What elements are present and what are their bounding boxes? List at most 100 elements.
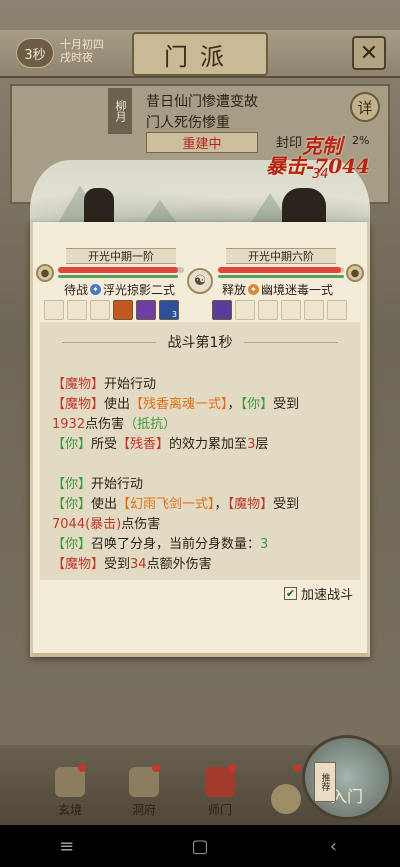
accelerate-battle-toggle[interactable]: ✔ 加速战斗 [284,584,353,603]
news-line-1: 昔日仙门惨遭变故 [146,94,258,110]
accelerate-label: 加速战斗 [301,588,354,603]
log-line: 7044(暴击)点伤害 [52,515,362,535]
close-button[interactable]: ✕ [352,36,386,70]
seal-label: 封印 [276,136,303,151]
log-text: 点伤害 [121,517,161,532]
log-line: 【你】开始行动 [52,475,362,495]
log-line: 【魔物】受到34点额外伤害 [52,555,362,575]
player-realm: 开光中期一阶 [66,248,176,264]
log-text: 使出 [104,397,131,412]
log-actor: 【魔物】 [227,497,274,512]
log-actor: 【你】 [52,537,92,552]
home-icon[interactable]: ▢ [180,836,220,857]
log-actor: 【你】 [52,437,92,452]
log-text: ， [227,397,241,412]
log-number: 3 [260,537,269,552]
skill-slot-empty [90,300,110,320]
log-text: 所受 [91,437,118,452]
log-skill: 【残香离魂一式】 [130,397,228,412]
accelerate-checkbox[interactable]: ✔ [284,587,297,600]
gourd-icon [271,784,301,814]
skill-slot-empty [304,300,324,320]
log-actor: 【你】 [52,497,92,512]
recommend-tag: 推荐 [314,762,336,802]
skill-slot-empty [44,300,64,320]
timer-badge: 3秒 [16,38,54,68]
log-text: ， [214,497,228,512]
seal-percent: 2% [352,134,370,147]
enemy-realm: 开光中期六阶 [226,248,336,264]
system-nav-bar: ≡ ▢ ‹ [0,825,400,867]
log-text: 开始行动 [91,477,144,492]
player-stance: 待战 ✦ 浮光掠影二式 [64,281,175,298]
enemy-hp-fill [218,267,342,273]
enemy-stance-skill: 幽境迷毒一式 [261,283,334,297]
log-text: 使出 [91,497,118,512]
log-text: 开始行动 [104,377,157,392]
enemy-skill-slots [212,300,347,320]
log-effect: 【残香】 [117,437,170,452]
player-hp-fill [58,267,178,273]
nav-label: 玄境 [57,803,82,817]
extra-damage-float-text: 34 [312,167,329,182]
menu-icon[interactable]: ≡ [47,836,87,857]
enemy-stance-label: 释放 [222,283,247,297]
news-line-2: 门人死伤惨重 [146,115,230,131]
back-icon[interactable]: ‹ [313,836,353,857]
log-actor: 【魔物】 [52,377,105,392]
player-hp-bar [58,267,184,273]
notification-dot [152,764,160,772]
log-line: 【魔物】使出【残香离魂一式】，【你】受到 [52,395,362,415]
notification-dot [228,764,236,772]
player-stance-icon: ✦ [90,284,102,295]
nav-label: 洞府 [131,803,156,817]
game-date: 十月初四 戌时夜 [60,38,104,64]
log-line: 【魔物】开始行动 [52,375,362,395]
skill-slot-sword-icon[interactable]: 3 [159,300,179,320]
enemy-element-icon: ● [346,264,364,282]
nav-item-dongfu[interactable]: 洞府 [114,758,174,818]
date-day: 十月初四 [60,38,104,51]
log-text: 层 [255,437,269,452]
log-number: 34 [130,557,147,572]
log-actor: 【你】 [240,397,274,412]
close-icon: ✕ [359,40,379,66]
log-skill: 【幻雨飞剑一式】 [117,497,215,512]
skill-slot-vortex-icon[interactable] [136,300,156,320]
log-actor: 【魔物】 [52,557,105,572]
player-element-icon: ● [36,264,54,282]
battle-log-header: 战斗第1秒 [50,332,350,352]
log-line: 1932点伤害（抵抗） [52,415,362,435]
skill-slot-empty [281,300,301,320]
log-line: 【你】使出【幻雨飞剑一式】，【魔物】受到 [52,495,362,515]
skill-slot-empty [67,300,87,320]
skill-slot-empty [235,300,255,320]
log-text: 受到 [104,557,131,572]
log-text: 的效力累加至 [169,437,248,452]
skill-slot-empty [258,300,278,320]
nav-item-xuanjing[interactable]: 玄境 [40,758,100,818]
enemy-hp-bar [218,267,344,273]
log-spacer [52,455,362,475]
page-title: 门派 [132,32,268,76]
nav-label: 师门 [207,803,232,817]
enemy-stance-icon: ✦ [248,284,260,295]
player-stance-skill: 浮光掠影二式 [103,283,176,297]
taiji-icon: ☯ [187,268,213,294]
log-text: 受到 [273,497,300,512]
detail-button[interactable]: 详 [350,92,380,122]
battle-log-lines: 【魔物】开始行动 【魔物】使出【残香离魂一式】，【你】受到 1932点伤害（抵抗… [52,375,362,575]
player-stance-label: 待战 [64,283,89,297]
log-number: 1932 [52,417,86,432]
sect-side-tag[interactable]: 柳月 [108,88,132,134]
date-time: 戌时夜 [60,51,93,64]
player-mp-bar [58,275,178,278]
skill-slot-fire-icon[interactable] [113,300,133,320]
skill-slot-poison-icon[interactable] [212,300,232,320]
log-number: 7044 [52,517,86,532]
log-text: 点伤害 [85,417,125,432]
rebuild-button[interactable]: 重建中 [146,132,258,153]
log-status: （抵抗） [124,417,177,432]
log-actor: 【魔物】 [52,397,105,412]
nav-item-shimen[interactable]: 师门 [190,758,250,818]
